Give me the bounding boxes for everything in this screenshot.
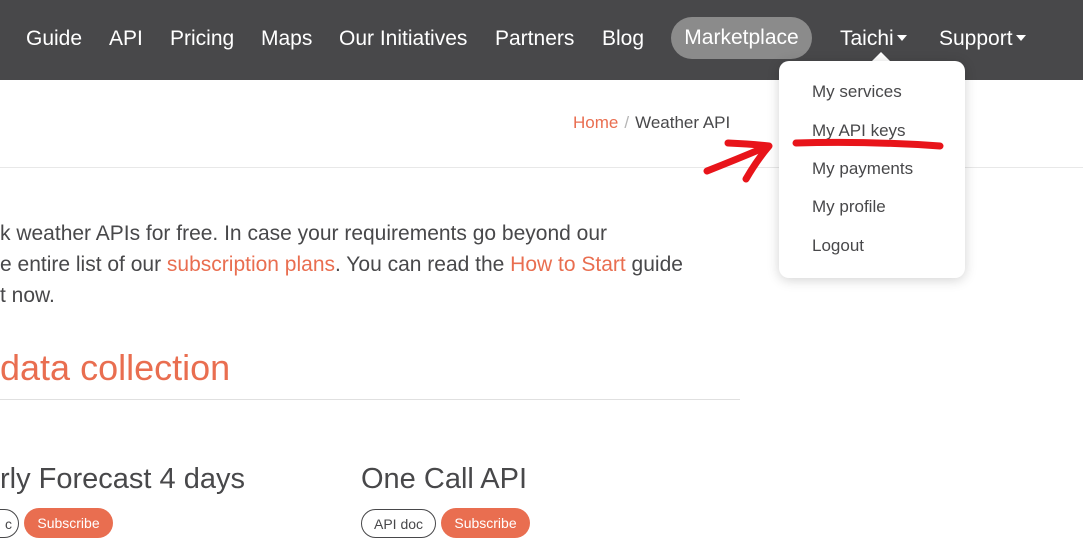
- intro-text: . You can read the: [335, 253, 511, 276]
- api-doc-button[interactable]: API doc: [361, 509, 436, 538]
- nav-partners[interactable]: Partners: [495, 26, 574, 52]
- nav-guide[interactable]: Guide: [26, 26, 82, 52]
- intro-line-1: k weather APIs for free. In case your re…: [0, 222, 607, 245]
- arrow-annotation-head: [724, 139, 773, 183]
- card-title-one-call-api: One Call API: [361, 463, 528, 495]
- menu-my-services[interactable]: My services: [812, 82, 902, 102]
- nav-our-initiatives[interactable]: Our Initiatives: [339, 26, 467, 52]
- menu-logout[interactable]: Logout: [812, 236, 864, 256]
- caret-down-icon: [896, 35, 907, 42]
- breadcrumb-separator: /: [624, 113, 630, 132]
- intro-text: guide: [625, 253, 683, 276]
- breadcrumb: Home / Weather API: [573, 113, 730, 133]
- intro-line-3: t now.: [0, 284, 55, 307]
- subscription-plans-link[interactable]: subscription plans: [167, 253, 335, 276]
- subscribe-button[interactable]: Subscribe: [441, 508, 530, 538]
- nav-maps[interactable]: Maps: [261, 26, 312, 52]
- breadcrumb-home[interactable]: Home: [573, 113, 618, 132]
- intro-line-2: e entire list of our subscription plans.…: [0, 252, 683, 278]
- menu-my-api-keys[interactable]: My API keys: [812, 121, 906, 141]
- nav-support[interactable]: Support: [939, 26, 1026, 52]
- nav-blog[interactable]: Blog: [602, 26, 644, 52]
- nav-support-label: Support: [939, 27, 1013, 50]
- how-to-start-link[interactable]: How to Start: [510, 253, 626, 276]
- breadcrumb-current: Weather API: [635, 113, 731, 132]
- api-doc-button[interactable]: c: [0, 509, 19, 538]
- nav-user-label: Taichi: [840, 27, 894, 50]
- nav-user-menu[interactable]: Taichi: [840, 26, 907, 52]
- section-divider: [0, 399, 740, 400]
- intro-text: e entire list of our: [0, 253, 167, 276]
- menu-my-payments[interactable]: My payments: [812, 159, 913, 179]
- user-dropdown-menu: My services My API keys My payments My p…: [779, 61, 965, 278]
- menu-my-profile[interactable]: My profile: [812, 197, 886, 217]
- nav-pricing[interactable]: Pricing: [170, 26, 234, 52]
- caret-down-icon: [1015, 35, 1026, 42]
- dropdown-caret: [872, 52, 890, 61]
- subscribe-button[interactable]: Subscribe: [24, 508, 113, 538]
- card-title-hourly-forecast: rly Forecast 4 days: [0, 463, 245, 495]
- nav-marketplace[interactable]: Marketplace: [671, 17, 812, 59]
- section-title: data collection: [0, 347, 231, 388]
- nav-api[interactable]: API: [109, 26, 143, 52]
